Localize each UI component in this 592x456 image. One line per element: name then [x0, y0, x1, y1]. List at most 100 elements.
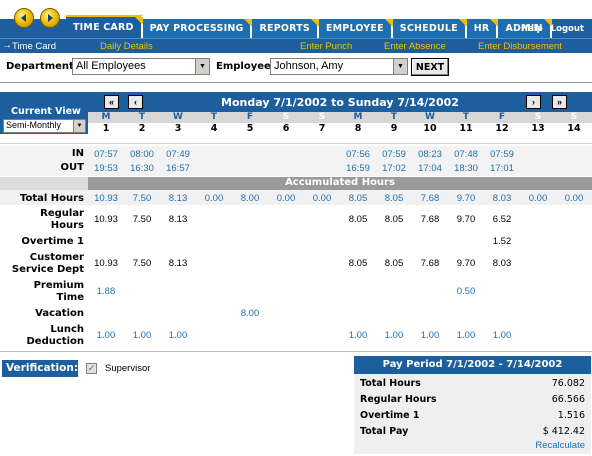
subnav-current-time-card[interactable]: Time Card — [2, 40, 56, 52]
row-label-line: Total Hours — [19, 193, 84, 204]
pay-period-key: Overtime 1 — [360, 410, 420, 421]
next-period-button[interactable]: › — [526, 95, 541, 109]
tab-corner — [310, 19, 319, 27]
punch-in-time[interactable]: 07:59 — [484, 149, 520, 160]
hours-cell[interactable]: 0.00 — [268, 193, 304, 204]
row-label-line: Customer — [29, 252, 84, 263]
row-label: Premium Time — [0, 280, 84, 304]
hours-cell[interactable]: 1.00 — [376, 330, 412, 341]
hours-cell[interactable]: 1.00 — [160, 330, 196, 341]
punch-in-time[interactable]: 07:57 — [88, 149, 124, 160]
hours-cell[interactable]: 1.00 — [88, 330, 124, 341]
subnav-daily-details[interactable]: Daily Details — [100, 41, 153, 52]
tab-corner — [490, 19, 499, 27]
hours-cell[interactable]: 1.00 — [412, 330, 448, 341]
hours-cell: 8.13 — [168, 258, 188, 269]
row-label-line: Time — [56, 292, 84, 303]
tab-reports[interactable]: REPORTS — [252, 19, 319, 38]
employee-select[interactable]: Johnson, Amy ▼ — [270, 58, 408, 75]
hours-cell[interactable]: 9.70 — [448, 193, 484, 204]
date-number: 3 — [174, 123, 182, 134]
date-number: 13 — [531, 123, 545, 134]
pay-period-row: Total Pay $ 412.42 — [360, 426, 585, 440]
chevron-down-icon: ▼ — [195, 59, 209, 74]
hours-cell[interactable]: 8.05 — [376, 193, 412, 204]
hours-cell[interactable]: 0.00 — [196, 193, 232, 204]
hours-cell[interactable]: 1.00 — [448, 330, 484, 341]
punch-out-time[interactable]: 19:53 — [88, 163, 124, 174]
department-select[interactable]: All Employees ▼ — [72, 58, 210, 75]
date-number: 7 — [318, 123, 326, 134]
hours-cell: 7.50 — [132, 214, 152, 225]
punch-in-time[interactable]: 07:49 — [160, 149, 196, 160]
subnav-enter-punch[interactable]: Enter Punch — [300, 41, 352, 52]
hours-cell: 8.05 — [384, 214, 404, 225]
punch-in-time[interactable]: 08:00 — [124, 149, 160, 160]
punch-out-time[interactable]: 17:02 — [376, 163, 412, 174]
punch-in-time[interactable]: 07:59 — [376, 149, 412, 160]
hours-cell[interactable]: 1.00 — [340, 330, 376, 341]
punch-out-time[interactable]: 16:57 — [160, 163, 196, 174]
current-view-select[interactable]: Semi-Monthly ▼ — [3, 119, 86, 133]
accumulated-hours-header: Accumulated Hours — [88, 177, 592, 190]
forward-icon[interactable] — [40, 8, 60, 28]
back-icon[interactable] — [14, 8, 34, 28]
date-number: 11 — [459, 123, 473, 134]
help-link[interactable]: Help — [521, 24, 543, 34]
row-label-line: Lunch — [50, 324, 84, 335]
last-period-button[interactable]: » — [552, 95, 567, 109]
date-row: 1 2 3 4 5 6 7 8 9 10 11 12 13 14 — [88, 123, 592, 136]
hours-cell[interactable]: 8.13 — [160, 193, 196, 204]
day-of-week: F — [498, 112, 506, 122]
hours-cell[interactable]: 1.00 — [484, 330, 520, 341]
hours-cell[interactable]: 8.00 — [232, 193, 268, 204]
tab-hr[interactable]: HR — [466, 19, 499, 38]
recalculate-link[interactable]: Recalculate — [535, 440, 585, 451]
subnav-enter-disbursement[interactable]: Enter Disbursement — [478, 41, 562, 52]
hours-cell: 7.50 — [132, 258, 152, 269]
tab-pay-processing[interactable]: PAY PROCESSING — [142, 19, 253, 38]
filter-row: Department All Employees ▼ Employee John… — [0, 56, 592, 78]
supervisor-checkbox[interactable]: ✓ — [86, 363, 97, 374]
hours-cell[interactable]: 1.88 — [88, 286, 124, 297]
row-label-line: Deduction — [26, 336, 85, 347]
pay-period-key: Total Hours — [360, 378, 421, 389]
hours-cell[interactable]: 0.00 — [520, 193, 556, 204]
subnav-enter-absence[interactable]: Enter Absence — [384, 41, 446, 52]
hours-cell[interactable]: 0.00 — [556, 193, 592, 204]
hours-cell: 8.03 — [492, 258, 512, 269]
tab-time-card[interactable]: TIME CARD — [66, 15, 143, 38]
day-of-week: T — [462, 112, 470, 122]
punch-out-time[interactable]: 16:30 — [124, 163, 160, 174]
punch-out-time[interactable]: 18:30 — [448, 163, 484, 174]
hours-cell[interactable]: 10.93 — [88, 193, 124, 204]
hours-cell[interactable]: 8.00 — [232, 308, 268, 319]
top-nav: TIME CARD PAY PROCESSING REPORTS EMPLOYEE SC… — [0, 0, 592, 38]
hours-cell[interactable]: 1.00 — [124, 330, 160, 341]
punch-out-time[interactable]: 17:01 — [484, 163, 520, 174]
day-of-week: W — [173, 112, 183, 122]
row-label: Vacation — [0, 308, 84, 320]
hours-cell[interactable]: 0.50 — [448, 286, 484, 297]
tab-schedule[interactable]: SCHEDULE — [392, 19, 467, 38]
punch-in-time[interactable]: 07:48 — [448, 149, 484, 160]
next-button[interactable]: NEXT — [411, 58, 449, 76]
sub-nav: Time Card Daily Details Enter Punch Ente… — [0, 38, 592, 53]
pay-period-title: Pay Period 7/1/2002 - 7/14/2002 — [354, 356, 591, 374]
hours-cell[interactable]: 8.03 — [484, 193, 520, 204]
department-select-value: All Employees — [76, 60, 146, 72]
punch-in-time[interactable]: 08:23 — [412, 149, 448, 160]
employee-label: Employee — [216, 61, 271, 72]
hours-cell[interactable]: 0.00 — [304, 193, 340, 204]
hours-cell[interactable]: 7.50 — [124, 193, 160, 204]
hours-cell[interactable]: 8.05 — [340, 193, 376, 204]
hours-cell[interactable]: 7.68 — [412, 193, 448, 204]
punch-in-time[interactable]: 07:56 — [340, 149, 376, 160]
punch-out-time[interactable]: 17:04 — [412, 163, 448, 174]
tab-employee[interactable]: EMPLOYEE — [318, 19, 393, 38]
logout-link[interactable]: Logout — [551, 24, 584, 34]
top-links: Help Logout — [521, 24, 584, 34]
in-label: IN — [71, 148, 84, 159]
tab-corner — [384, 19, 393, 27]
punch-out-time[interactable]: 16:59 — [340, 163, 376, 174]
